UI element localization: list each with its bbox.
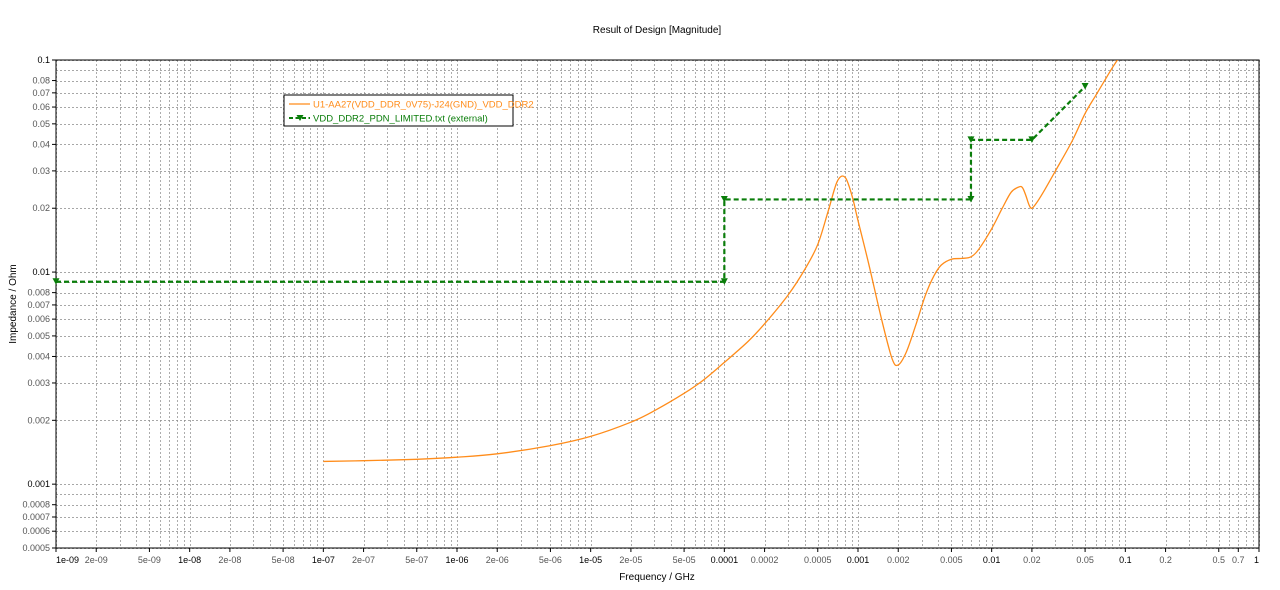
y-tick-label: 0.02	[32, 203, 50, 213]
y-tick-label: 0.05	[32, 119, 50, 129]
x-tick-label: 2e-06	[486, 555, 509, 565]
x-axis-title: Frequency / GHz	[619, 572, 695, 583]
x-tick-label: 1e-07	[312, 555, 335, 565]
x-tick-label: 5e-05	[673, 555, 696, 565]
x-tick-label: 1e-06	[445, 555, 468, 565]
x-tick-label: 0.01	[983, 555, 1001, 565]
x-tick-label: 0.0001	[711, 555, 739, 565]
x-tick-label: 5e-07	[405, 555, 428, 565]
y-tick-label: 0.008	[27, 288, 50, 298]
x-tick-label: 0.05	[1076, 555, 1094, 565]
x-tick-label: 1e-08	[178, 555, 201, 565]
legend[interactable]: U1-AA27(VDD_DDR_0V75)-J24(GND)_VDD_DDR2 …	[283, 94, 534, 127]
x-tick-label: 0.001	[847, 555, 870, 565]
y-tick-label: 0.002	[27, 415, 50, 425]
x-tick-label: 5e-06	[539, 555, 562, 565]
x-tick-label: 1e-05	[579, 555, 602, 565]
x-tick-label: 2e-07	[352, 555, 375, 565]
chart-title: Result of Design [Magnitude]	[593, 25, 722, 36]
y-tick-label: 0.01	[32, 267, 50, 277]
y-tick-label: 0.06	[32, 102, 50, 112]
legend-label-impedance: U1-AA27(VDD_DDR_0V75)-J24(GND)_VDD_DDR2	[313, 100, 534, 111]
x-tick-label: 0.0005	[804, 555, 832, 565]
y-tick-label: 0.1	[37, 55, 50, 65]
y-axis-title: Impedance / Ohm	[8, 264, 19, 343]
x-tick-label: 0.0002	[751, 555, 779, 565]
plot-background	[56, 60, 1259, 548]
x-tick-label: 0.7	[1232, 555, 1245, 565]
y-tick-label: 0.004	[27, 351, 50, 361]
x-tick-label: 2e-09	[85, 555, 108, 565]
y-tick-label: 0.0007	[22, 512, 50, 522]
y-tick-label: 0.001	[27, 479, 50, 489]
x-tick-label: 5e-08	[272, 555, 295, 565]
x-tick-label: 0.1	[1119, 555, 1132, 565]
y-axis-ticks: 0.0005 0.0006 0.0007 0.0008 0.001 0.002 0.003 0…	[22, 55, 56, 553]
x-tick-label: 0.5	[1213, 555, 1226, 565]
x-tick-label: 0.005	[940, 555, 963, 565]
y-tick-label: 0.0005	[22, 543, 50, 553]
y-tick-label: 0.07	[32, 88, 50, 98]
legend-label-limit: VDD_DDR2_PDN_LIMITED.txt (external)	[313, 114, 488, 125]
y-tick-label: 0.0006	[22, 526, 50, 536]
x-tick-label: 5e-09	[138, 555, 161, 565]
x-tick-label: 0.2	[1159, 555, 1172, 565]
impedance-chart: 1e-09 2e-09 5e-09 1e-08 2e-08 5e-08 1e-07 2e-07…	[8, 25, 1260, 583]
y-tick-label: 0.003	[27, 378, 50, 388]
x-tick-label: 0.002	[887, 555, 910, 565]
x-tick-label: 2e-08	[218, 555, 241, 565]
x-tick-label: 2e-05	[619, 555, 642, 565]
x-axis-ticks: 1e-09 2e-09 5e-09 1e-08 2e-08 5e-08 1e-07 2e-07…	[55, 548, 1260, 565]
x-tick-label: 0.02	[1023, 555, 1041, 565]
x-tick-label: 1e-09	[56, 555, 79, 565]
y-tick-label: 0.04	[32, 139, 50, 149]
y-tick-label: 0.007	[27, 300, 50, 310]
y-tick-label: 0.0008	[22, 500, 50, 510]
y-tick-label: 0.08	[32, 76, 50, 86]
chart-container: 1e-09 2e-09 5e-09 1e-08 2e-08 5e-08 1e-07 2e-07…	[0, 0, 1280, 590]
y-tick-label: 0.006	[27, 314, 50, 324]
y-tick-label: 0.005	[27, 331, 50, 341]
x-tick-label: 1	[1254, 555, 1259, 565]
y-tick-label: 0.03	[32, 166, 50, 176]
